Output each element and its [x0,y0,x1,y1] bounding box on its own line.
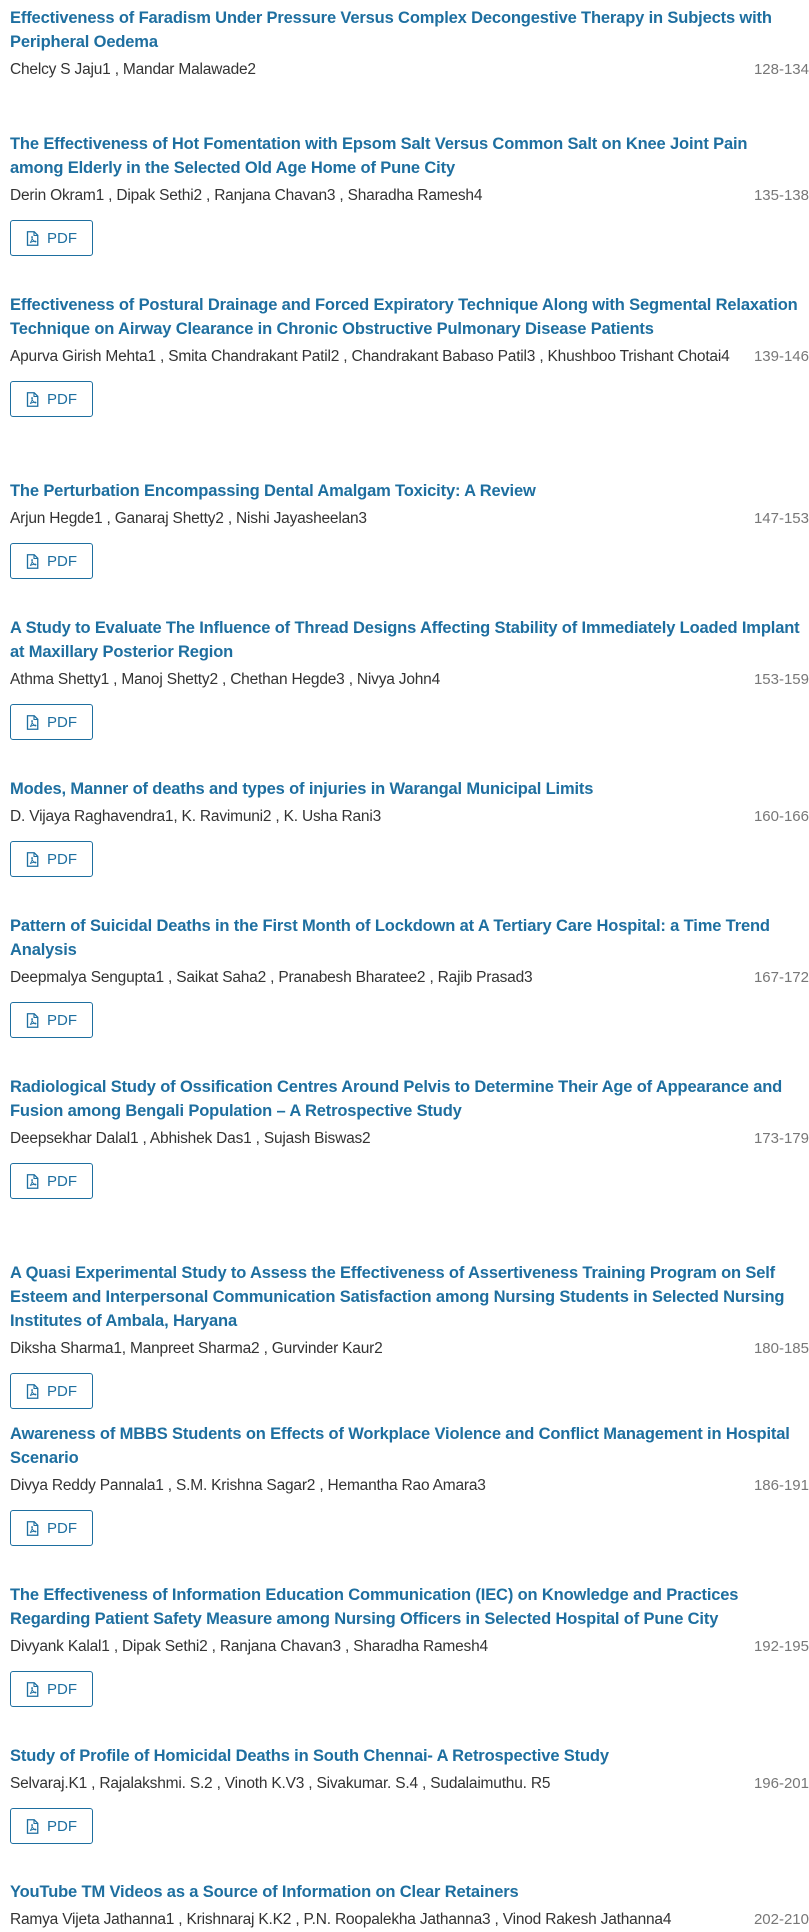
article-authors: Apurva Girish Mehta1 , Smita Chandrakant… [10,348,730,365]
file-pdf-icon [26,1520,39,1536]
article-authors: Chelcy S Jaju1 , Mandar Malawade2 [10,61,256,78]
pdf-button-label: PDF [47,850,77,868]
article-meta: Ramya Vijeta Jathanna1 , Krishnaraj K.K2… [10,1908,809,1932]
article-authors: Ramya Vijeta Jathanna1 , Krishnaraj K.K2… [10,1911,672,1928]
article-title-link[interactable]: A Quasi Experimental Study to Assess the… [10,1261,805,1333]
article-meta: Deepsekhar Dalal1 , Abhishek Das1 , Suja… [10,1127,809,1151]
pdf-download-button[interactable]: PDF [10,220,93,256]
file-pdf-icon [26,714,39,730]
article-pages: 153-159 [753,671,809,688]
article-meta: Arjun Hegde1 , Ganaraj Shetty2 , Nishi J… [10,507,809,531]
file-pdf-icon [26,230,39,246]
article-title-link[interactable]: Pattern of Suicidal Deaths in the First … [10,914,805,962]
article-item: Effectiveness of Faradism Under Pressure… [10,6,809,82]
pdf-button-label: PDF [47,1382,77,1400]
article-pages: 167-172 [753,969,809,986]
pdf-download-button[interactable]: PDF [10,1163,93,1199]
article-item: Awareness of MBBS Students on Effects of… [10,1422,809,1546]
pdf-download-button[interactable]: PDF [10,1373,93,1409]
pdf-download-button[interactable]: PDF [10,1671,93,1707]
file-pdf-icon [26,1173,39,1189]
article-item: The Effectiveness of Hot Fomentation wit… [10,132,809,256]
file-pdf-icon [26,1681,39,1697]
article-meta: Divyank Kalal1 , Dipak Sethi2 , Ranjana … [10,1635,809,1659]
article-authors: Diksha Sharma1, Manpreet Sharma2 , Gurvi… [10,1340,383,1357]
pdf-button-label: PDF [47,229,77,247]
article-pages: 160-166 [753,808,809,825]
article-meta: Athma Shetty1 , Manoj Shetty2 , Chethan … [10,668,809,692]
article-title-link[interactable]: The Effectiveness of Hot Fomentation wit… [10,132,805,180]
article-authors: Divya Reddy Pannala1 , S.M. Krishna Saga… [10,1477,486,1494]
article-pages: 135-138 [753,187,809,204]
article-authors: Selvaraj.K1 , Rajalakshmi. S.2 , Vinoth … [10,1775,551,1792]
article-title-link[interactable]: Effectiveness of Postural Drainage and F… [10,293,805,341]
pdf-download-button[interactable]: PDF [10,381,93,417]
article-authors: Divyank Kalal1 , Dipak Sethi2 , Ranjana … [10,1638,488,1655]
pdf-download-button[interactable]: PDF [10,1808,93,1844]
article-item: YouTube TM Videos as a Source of Informa… [10,1880,809,1932]
pdf-button-label: PDF [47,1680,77,1698]
article-meta: D. Vijaya Raghavendra1, K. Ravimuni2 , K… [10,805,809,829]
pdf-button-label: PDF [47,713,77,731]
article-title-link[interactable]: Radiological Study of Ossification Centr… [10,1075,805,1123]
file-pdf-icon [26,391,39,407]
pdf-button-label: PDF [47,1011,77,1029]
pdf-download-button[interactable]: PDF [10,1002,93,1038]
article-title-link[interactable]: YouTube TM Videos as a Source of Informa… [10,1880,805,1904]
article-title-link[interactable]: A Study to Evaluate The Influence of Thr… [10,616,805,664]
article-item: The Perturbation Encompassing Dental Ama… [10,479,809,579]
article-item: A Study to Evaluate The Influence of Thr… [10,616,809,740]
article-meta: Diksha Sharma1, Manpreet Sharma2 , Gurvi… [10,1337,809,1361]
article-meta: Divya Reddy Pannala1 , S.M. Krishna Saga… [10,1474,809,1498]
article-authors: Athma Shetty1 , Manoj Shetty2 , Chethan … [10,671,441,688]
article-item: The Effectiveness of Information Educati… [10,1583,809,1707]
article-item: Radiological Study of Ossification Centr… [10,1075,809,1199]
article-authors: Deepsekhar Dalal1 , Abhishek Das1 , Suja… [10,1130,371,1147]
article-title-link[interactable]: Modes, Manner of deaths and types of inj… [10,777,805,801]
file-pdf-icon [26,1012,39,1028]
article-pages: 173-179 [753,1130,809,1147]
article-pages: 192-195 [753,1638,809,1655]
article-meta: Selvaraj.K1 , Rajalakshmi. S.2 , Vinoth … [10,1772,809,1796]
article-pages: 186-191 [753,1477,809,1494]
pdf-button-label: PDF [47,1519,77,1537]
article-pages: 202-210 [753,1911,809,1928]
article-pages: 147-153 [753,510,809,527]
pdf-download-button[interactable]: PDF [10,543,93,579]
file-pdf-icon [26,553,39,569]
pdf-button-label: PDF [47,390,77,408]
article-authors: Derin Okram1 , Dipak Sethi2 , Ranjana Ch… [10,187,483,204]
article-meta: Derin Okram1 , Dipak Sethi2 , Ranjana Ch… [10,184,809,208]
article-item: Modes, Manner of deaths and types of inj… [10,777,809,877]
pdf-download-button[interactable]: PDF [10,1510,93,1546]
article-authors: Deepmalya Sengupta1 , Saikat Saha2 , Pra… [10,969,533,986]
article-item: A Quasi Experimental Study to Assess the… [10,1261,809,1409]
pdf-button-label: PDF [47,552,77,570]
article-authors: Arjun Hegde1 , Ganaraj Shetty2 , Nishi J… [10,510,367,527]
article-authors: D. Vijaya Raghavendra1, K. Ravimuni2 , K… [10,808,381,825]
pdf-download-button[interactable]: PDF [10,841,93,877]
pdf-download-button[interactable]: PDF [10,704,93,740]
article-title-link[interactable]: The Effectiveness of Information Educati… [10,1583,805,1631]
article-meta: Apurva Girish Mehta1 , Smita Chandrakant… [10,345,809,369]
file-pdf-icon [26,1818,39,1834]
article-item: Study of Profile of Homicidal Deaths in … [10,1744,809,1844]
pdf-button-label: PDF [47,1172,77,1190]
article-pages: 139-146 [753,348,809,365]
article-meta: Deepmalya Sengupta1 , Saikat Saha2 , Pra… [10,966,809,990]
article-pages: 180-185 [753,1340,809,1357]
file-pdf-icon [26,1383,39,1399]
article-meta: Chelcy S Jaju1 , Mandar Malawade2 128-134 [10,58,809,82]
article-title-link[interactable]: Awareness of MBBS Students on Effects of… [10,1422,805,1470]
article-pages: 128-134 [753,61,809,78]
article-pages: 196-201 [753,1775,809,1792]
article-title-link[interactable]: Study of Profile of Homicidal Deaths in … [10,1744,805,1768]
file-pdf-icon [26,851,39,867]
article-title-link[interactable]: The Perturbation Encompassing Dental Ama… [10,479,805,503]
article-item: Pattern of Suicidal Deaths in the First … [10,914,809,1038]
pdf-button-label: PDF [47,1817,77,1835]
article-title-link[interactable]: Effectiveness of Faradism Under Pressure… [10,6,805,54]
article-item: Effectiveness of Postural Drainage and F… [10,293,809,417]
